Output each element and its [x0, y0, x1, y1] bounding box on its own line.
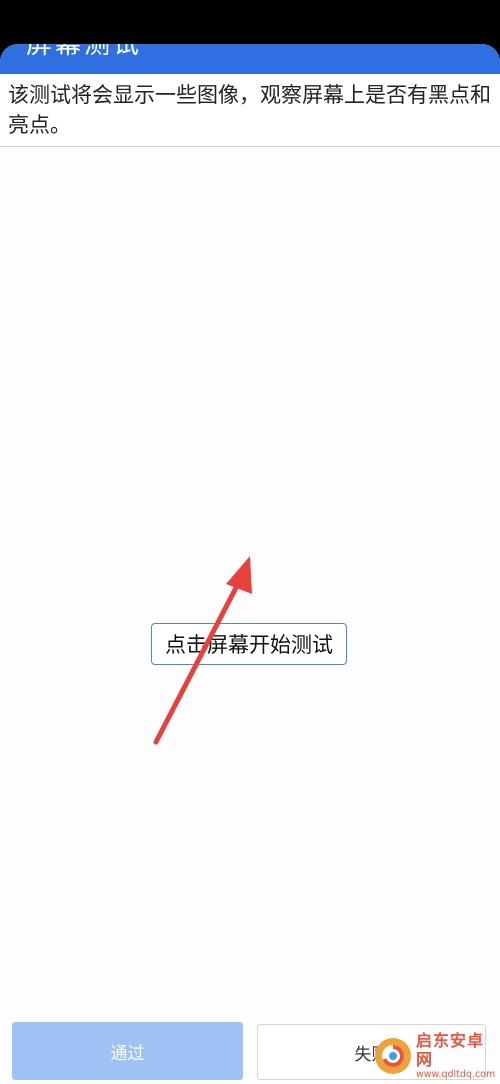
test-area[interactable]: 点击屏幕开始测试 [0, 147, 500, 1017]
footer-actions: 通过 失败 [0, 1022, 500, 1084]
app-window: 屏幕测试 该测试将会显示一些图像，观察屏幕上是否有黑点和亮点。 点击屏幕开始测试… [0, 44, 500, 1084]
instruction-text: 该测试将会显示一些图像，观察屏幕上是否有黑点和亮点。 [8, 83, 491, 137]
page-title: 屏幕测试 [26, 44, 143, 60]
pass-button[interactable]: 通过 [12, 1022, 243, 1080]
instruction-panel: 该测试将会显示一些图像，观察屏幕上是否有黑点和亮点。 [0, 74, 500, 147]
start-test-button[interactable]: 点击屏幕开始测试 [151, 623, 347, 665]
title-bar: 屏幕测试 [0, 44, 500, 74]
fail-button[interactable]: 失败 [257, 1024, 486, 1080]
